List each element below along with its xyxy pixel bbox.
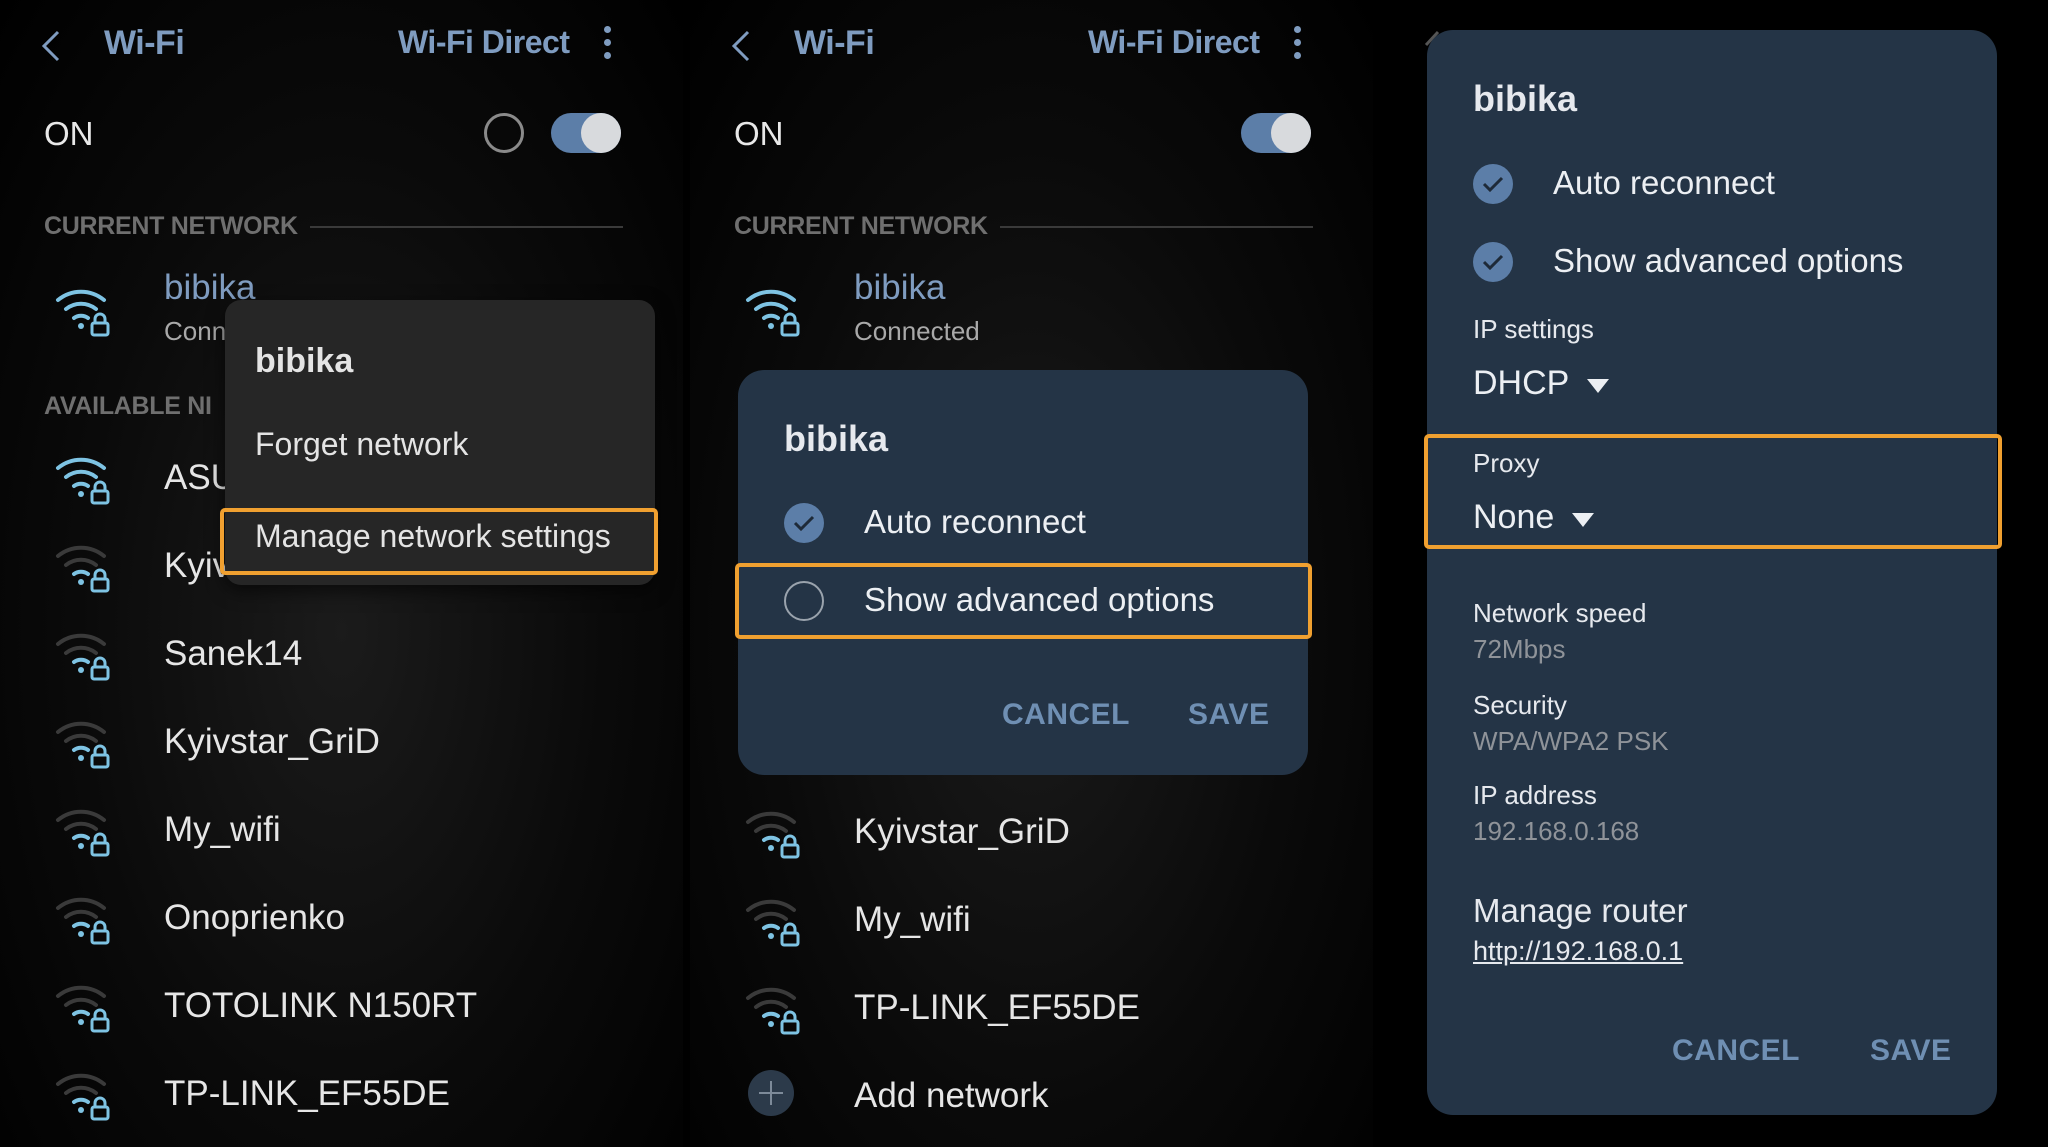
checkbox-label: Auto reconnect: [864, 503, 1086, 540]
wifi-lock-icon: [742, 976, 804, 1036]
checkbox-label: Auto reconnect: [1553, 164, 1775, 201]
network-item[interactable]: TP-LINK_EF55DE: [0, 1054, 683, 1134]
manage-router-label: Manage router: [1473, 892, 1688, 929]
security-value: WPA/WPA2 PSK: [1473, 726, 1669, 756]
wifi-lock-icon: [52, 278, 114, 338]
plus-icon: [748, 1070, 794, 1116]
add-network-item[interactable]: Add network: [690, 1056, 1373, 1136]
network-item[interactable]: My_wifi: [0, 790, 683, 870]
page-title: Wi-Fi: [794, 24, 875, 62]
section-label: CURRENT NETWORK: [44, 212, 298, 240]
ip-settings-dropdown[interactable]: DHCP: [1473, 364, 1610, 403]
network-speed-label: Network speed: [1473, 598, 1647, 628]
network-name: Kyivstar_GriD: [854, 812, 1070, 851]
dropdown-arrow-icon: [1587, 378, 1610, 393]
wifi-screen-context-menu: Wi-Fi Wi-Fi Direct ON CURRENT NETWORK bi…: [0, 0, 683, 1147]
current-network-status: Conn: [164, 316, 227, 346]
checkbox-checked-icon: [1473, 242, 1513, 282]
current-network-name: bibika: [854, 268, 946, 307]
network-name: Kyivstar_GriD: [164, 722, 380, 761]
wifi-direct-button[interactable]: Wi-Fi Direct: [398, 24, 570, 61]
dialog-title: bibika: [1473, 78, 1578, 119]
ip-settings-label: IP settings: [1473, 314, 1594, 344]
context-menu-title: bibika: [255, 342, 354, 380]
highlight-box: [1424, 434, 2002, 549]
network-item[interactable]: Kyivstar_GriD: [0, 702, 683, 782]
wifi-direct-button[interactable]: Wi-Fi Direct: [1088, 24, 1260, 61]
ip-address-value: 192.168.0.168: [1473, 816, 1640, 846]
wifi-toggle[interactable]: [1241, 113, 1311, 153]
network-item[interactable]: Sanek14: [0, 614, 683, 694]
network-item[interactable]: Kyivstar_GriD: [690, 792, 1373, 872]
section-current-network: CURRENT NETWORK: [734, 212, 1313, 241]
network-name: Onoprienko: [164, 898, 345, 937]
more-vert-icon[interactable]: [600, 26, 614, 66]
section-label: CURRENT NETWORK: [734, 212, 988, 240]
show-advanced-options-checkbox[interactable]: Show advanced options: [1473, 232, 1953, 292]
save-button[interactable]: SAVE: [1188, 698, 1269, 732]
highlight-box: [735, 563, 1312, 639]
network-name: My_wifi: [164, 810, 281, 849]
wifi-lock-icon: [52, 798, 114, 858]
wifi-status-label: ON: [44, 115, 94, 152]
router-link[interactable]: http://192.168.0.1: [1473, 936, 1683, 967]
network-item[interactable]: TOTOLINK N150RT: [0, 966, 683, 1046]
dialog-title: bibika: [784, 418, 889, 459]
network-name: TP-LINK_EF55DE: [854, 988, 1140, 1027]
wifi-lock-icon: [742, 278, 804, 338]
network-name: TP-LINK_EF55DE: [164, 1074, 450, 1113]
cancel-button[interactable]: CANCEL: [1002, 698, 1130, 732]
auto-reconnect-checkbox[interactable]: Auto reconnect: [784, 493, 1264, 553]
ip-address-label: IP address: [1473, 780, 1597, 810]
checkbox-label: Show advanced options: [1553, 242, 1904, 279]
security-label: Security: [1473, 690, 1567, 720]
wifi-lock-icon: [52, 710, 114, 770]
checkbox-checked-icon: [784, 503, 824, 543]
network-item[interactable]: Onoprienko: [0, 878, 683, 958]
current-network-status: Connected: [854, 316, 980, 346]
wifi-lock-icon: [742, 800, 804, 860]
cancel-button[interactable]: CANCEL: [1672, 1034, 1800, 1068]
save-button[interactable]: SAVE: [1870, 1034, 1951, 1068]
wifi-lock-icon: [52, 622, 114, 682]
auto-reconnect-checkbox[interactable]: Auto reconnect: [1473, 154, 1953, 214]
wifi-lock-icon: [52, 886, 114, 946]
more-vert-icon[interactable]: [1290, 26, 1304, 66]
wifi-lock-icon: [52, 1062, 114, 1122]
network-item[interactable]: TP-LINK_EF55DE: [690, 968, 1373, 1048]
ip-settings-value: DHCP: [1473, 364, 1570, 402]
network-item[interactable]: My_wifi: [690, 880, 1373, 960]
wifi-lock-icon: [742, 888, 804, 948]
network-settings-dialog: bibika Auto reconnect Show advanced opti…: [1427, 30, 1997, 1115]
page-title: Wi-Fi: [104, 24, 185, 62]
network-speed-value: 72Mbps: [1473, 634, 1566, 664]
highlight-box: [220, 508, 658, 575]
wifi-status-label: ON: [734, 115, 784, 152]
chevron-left-icon[interactable]: [728, 28, 758, 64]
wifi-lock-icon: [52, 446, 114, 506]
checkbox-checked-icon: [1473, 164, 1513, 204]
wifi-toggle[interactable]: [551, 113, 621, 153]
section-label: AVAILABLE NI: [44, 392, 212, 420]
section-current-network: CURRENT NETWORK: [44, 212, 623, 241]
radio-ring-icon: [484, 113, 524, 153]
wifi-lock-icon: [52, 534, 114, 594]
network-name: My_wifi: [854, 900, 971, 939]
chevron-left-icon[interactable]: [38, 28, 68, 64]
wifi-lock-icon: [52, 974, 114, 1034]
network-name: TOTOLINK N150RT: [164, 986, 478, 1025]
add-network-label: Add network: [854, 1076, 1049, 1115]
network-advanced-settings-screen: bibika Auto reconnect Show advanced opti…: [1380, 0, 2048, 1147]
wifi-screen-network-dialog: Wi-Fi Wi-Fi Direct ON CURRENT NETWORK bi…: [690, 0, 1373, 1147]
network-name: Sanek14: [164, 634, 303, 673]
forget-network-item[interactable]: Forget network: [255, 426, 468, 463]
